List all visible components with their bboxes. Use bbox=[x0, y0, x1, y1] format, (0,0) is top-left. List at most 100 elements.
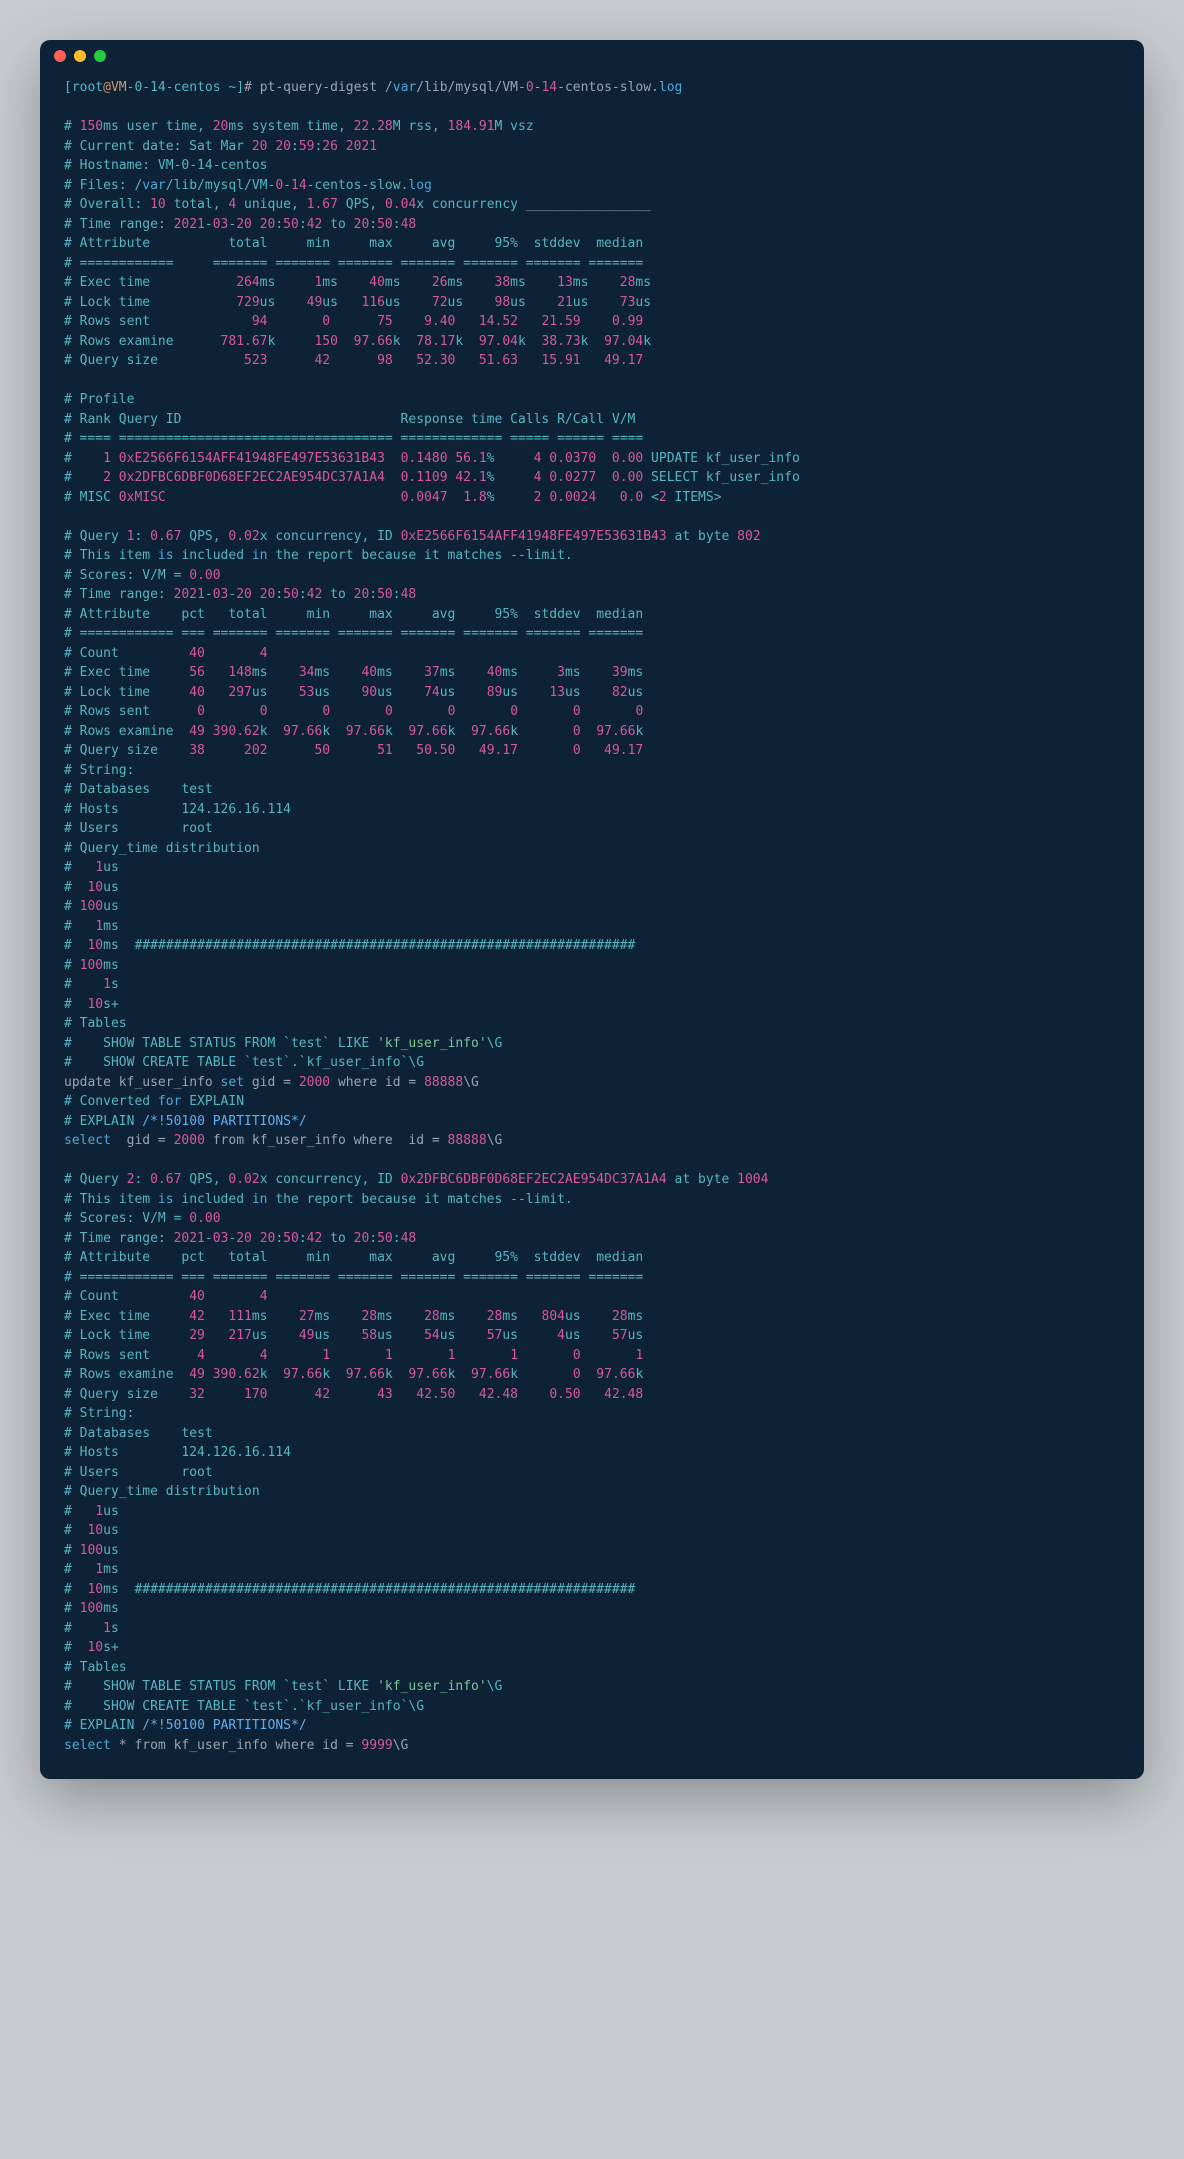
sql-statement: select bbox=[64, 1738, 111, 1753]
table-row: # Lock time bbox=[64, 1328, 189, 1343]
output-line: # Hostname: VM-0-14-centos bbox=[64, 158, 268, 173]
output-line: # Scores: V/M = bbox=[64, 568, 189, 583]
histogram-row: # bbox=[64, 899, 80, 914]
command: log bbox=[659, 80, 682, 95]
command: pt-query-digest / bbox=[260, 80, 393, 95]
table-divider: # ==== =================================… bbox=[64, 431, 651, 446]
output-line: # Users root bbox=[64, 1465, 213, 1480]
table-row: # Exec time bbox=[64, 1309, 189, 1324]
histogram-row: # bbox=[64, 1582, 87, 1597]
output-line: # String: bbox=[64, 763, 134, 778]
output-line: # Current date: Sat Mar bbox=[64, 139, 252, 154]
histogram-row: # bbox=[64, 1621, 103, 1636]
table-row: # bbox=[64, 470, 103, 485]
table-row: # Query size bbox=[64, 1387, 189, 1402]
output-line: # SHOW TABLE STATUS FROM `test` LIKE bbox=[64, 1679, 377, 1694]
command: -centos-slow. bbox=[557, 80, 659, 95]
output-line: # String: bbox=[64, 1406, 134, 1421]
table-row: # Rows sent bbox=[64, 704, 197, 719]
table-row: # MISC bbox=[64, 490, 119, 505]
output-line: # Time range: bbox=[64, 587, 174, 602]
histogram-row: # bbox=[64, 1523, 87, 1538]
output-line: # Query_time distribution bbox=[64, 1484, 260, 1499]
output-line: # Users root bbox=[64, 821, 213, 836]
command: 0 bbox=[526, 80, 534, 95]
table-row: # Query size bbox=[64, 743, 189, 758]
output-line: # Databases test bbox=[64, 1426, 213, 1441]
table-row: # Rows examine bbox=[64, 334, 221, 349]
table-divider: # ============ === ======= ======= =====… bbox=[64, 626, 643, 641]
output-line: # EXPLAIN bbox=[64, 1718, 142, 1733]
sql-statement: select bbox=[64, 1133, 111, 1148]
prompt-at: @VM bbox=[103, 80, 126, 95]
output-line: # EXPLAIN bbox=[64, 1114, 142, 1129]
histogram-row: # bbox=[64, 997, 87, 1012]
histogram-row: # bbox=[64, 1562, 95, 1577]
close-icon[interactable] bbox=[54, 50, 66, 62]
output-line: # Query_time distribution bbox=[64, 841, 260, 856]
output-line: # SHOW CREATE TABLE `test`.`kf_user_info… bbox=[64, 1699, 424, 1714]
table-divider: # ============ ======= ======= ======= =… bbox=[64, 256, 643, 271]
prompt-bracket: [ bbox=[64, 80, 72, 95]
command: var bbox=[393, 80, 416, 95]
table-row: # Count bbox=[64, 646, 189, 661]
histogram-row: # bbox=[64, 860, 95, 875]
sql-statement: update kf_user_info bbox=[64, 1075, 221, 1090]
table-row: # Query size bbox=[64, 353, 244, 368]
terminal-content[interactable]: [root@VM-0-14-centos ~]# pt-query-digest… bbox=[40, 72, 1144, 1779]
output-line: # Overall: bbox=[64, 197, 150, 212]
output-line: # bbox=[64, 119, 80, 134]
window-titlebar bbox=[40, 40, 1144, 72]
output-line: # This item bbox=[64, 548, 158, 563]
table-row: # Rows examine bbox=[64, 1367, 189, 1382]
histogram-row: # bbox=[64, 1504, 95, 1519]
output-line: # Tables bbox=[64, 1660, 127, 1675]
table-row: # Exec time bbox=[64, 275, 236, 290]
histogram-row: # bbox=[64, 1601, 80, 1616]
output-line: # Scores: V/M = bbox=[64, 1211, 189, 1226]
minimize-icon[interactable] bbox=[74, 50, 86, 62]
histogram-row: # bbox=[64, 1543, 80, 1558]
histogram-row: # bbox=[64, 977, 103, 992]
table-header: # Rank Query ID Response time Calls R/Ca… bbox=[64, 412, 651, 427]
output-line: # SHOW TABLE STATUS FROM `test` LIKE bbox=[64, 1036, 377, 1051]
prompt-bracket: ] bbox=[236, 80, 244, 95]
histogram-row: # bbox=[64, 938, 87, 953]
output-line: # Converted bbox=[64, 1094, 158, 1109]
output-line: # Time range: bbox=[64, 1231, 174, 1246]
output-line: # Databases test bbox=[64, 782, 213, 797]
histogram-row: # bbox=[64, 1640, 87, 1655]
table-row: # Rows examine bbox=[64, 724, 189, 739]
section-header: # Profile bbox=[64, 392, 134, 407]
output-line: # Tables bbox=[64, 1016, 127, 1031]
histogram-row: # bbox=[64, 958, 80, 973]
output-line: # SHOW CREATE TABLE `test`.`kf_user_info… bbox=[64, 1055, 424, 1070]
output-line: # Time range: bbox=[64, 217, 174, 232]
table-row: # bbox=[64, 451, 103, 466]
command: /lib/mysql/VM- bbox=[416, 80, 526, 95]
prompt-hash: # bbox=[244, 80, 260, 95]
table-row: # Lock time bbox=[64, 295, 236, 310]
table-divider: # ============ === ======= ======= =====… bbox=[64, 1270, 643, 1285]
query-header: # Query bbox=[64, 1172, 127, 1187]
table-header: # Attribute pct total min max avg 95% st… bbox=[64, 1250, 643, 1265]
table-row: # Count bbox=[64, 1289, 189, 1304]
output-line: # Hosts 124.126.16.114 bbox=[64, 1445, 291, 1460]
output-line: # Files: / bbox=[64, 178, 142, 193]
prompt-host: -0-14-centos ~ bbox=[127, 80, 237, 95]
table-header: # Attribute total min max avg 95% stddev… bbox=[64, 236, 643, 251]
histogram-row: # bbox=[64, 880, 87, 895]
table-row: # Rows sent bbox=[64, 1348, 197, 1363]
output-line: # This item bbox=[64, 1192, 158, 1207]
maximize-icon[interactable] bbox=[94, 50, 106, 62]
histogram-row: # bbox=[64, 919, 95, 934]
prompt-user: root bbox=[72, 80, 103, 95]
table-row: # Lock time bbox=[64, 685, 189, 700]
output-line: # Hosts 124.126.16.114 bbox=[64, 802, 291, 817]
table-row: # Exec time bbox=[64, 665, 189, 680]
table-row: # Rows sent bbox=[64, 314, 252, 329]
query-header: # Query bbox=[64, 529, 127, 544]
table-header: # Attribute pct total min max avg 95% st… bbox=[64, 607, 643, 622]
command: 14 bbox=[541, 80, 557, 95]
terminal-window: [root@VM-0-14-centos ~]# pt-query-digest… bbox=[40, 40, 1144, 1779]
